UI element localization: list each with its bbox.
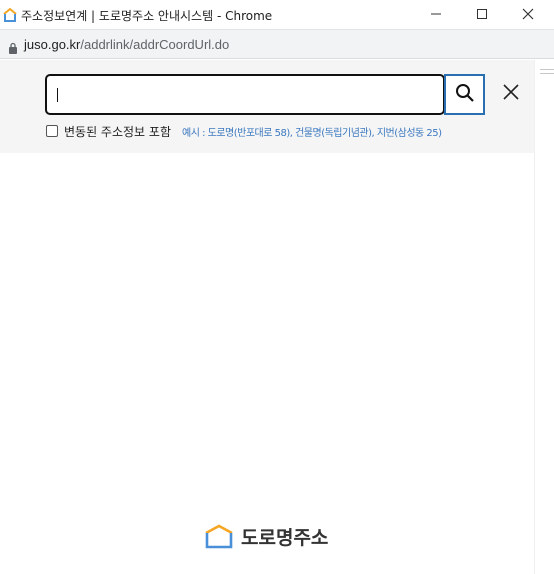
- scrollbar-tick: [540, 69, 554, 70]
- close-icon: [503, 84, 519, 104]
- house-logo-icon: [203, 523, 235, 549]
- text-caret: [57, 88, 58, 102]
- maximize-button[interactable]: [459, 0, 505, 29]
- window-title: 주소정보연계 | 도로명주소 안내시스템 - Chrome: [21, 9, 273, 23]
- close-search-button[interactable]: [497, 80, 525, 108]
- minimize-button[interactable]: [413, 0, 459, 29]
- url-path: /addrlink/addrCoordUrl.do: [80, 37, 230, 52]
- window-title-bar: 주소정보연계 | 도로명주소 안내시스템 - Chrome: [0, 0, 554, 29]
- search-example-hint: 예시 : 도로명(반포대로 58), 건물명(독립기념관), 지번(삼성동 25…: [182, 128, 442, 139]
- footer-logo-text: 도로명주소: [241, 526, 329, 549]
- include-changed-checkbox[interactable]: [46, 125, 58, 137]
- house-logo-icon: [2, 7, 18, 23]
- window-close-button[interactable]: [505, 0, 551, 29]
- footer-logo: 도로명주소: [203, 522, 328, 550]
- url-text[interactable]: juso.go.kr/addrlink/addrCoordUrl.do: [24, 37, 229, 52]
- scrollbar-tick: [540, 73, 554, 74]
- lock-icon[interactable]: [8, 39, 18, 54]
- minimize-icon: [430, 5, 442, 24]
- maximize-icon: [476, 5, 488, 24]
- search-field[interactable]: [45, 74, 445, 115]
- url-host: juso.go.kr: [24, 37, 81, 52]
- include-changed-label[interactable]: 변동된 주소정보 포함: [64, 123, 171, 140]
- search-area: 변동된 주소정보 포함 예시 : 도로명(반포대로 58), 건물명(독립기념관…: [0, 60, 534, 153]
- address-bar[interactable]: juso.go.kr/addrlink/addrCoordUrl.do: [0, 29, 554, 59]
- close-icon: [522, 5, 534, 24]
- scrollbar[interactable]: [534, 60, 554, 574]
- search-input[interactable]: [55, 84, 435, 106]
- search-icon: [455, 83, 475, 107]
- page-content: 변동된 주소정보 포함 예시 : 도로명(반포대로 58), 건물명(독립기념관…: [0, 60, 554, 574]
- search-button[interactable]: [444, 74, 485, 115]
